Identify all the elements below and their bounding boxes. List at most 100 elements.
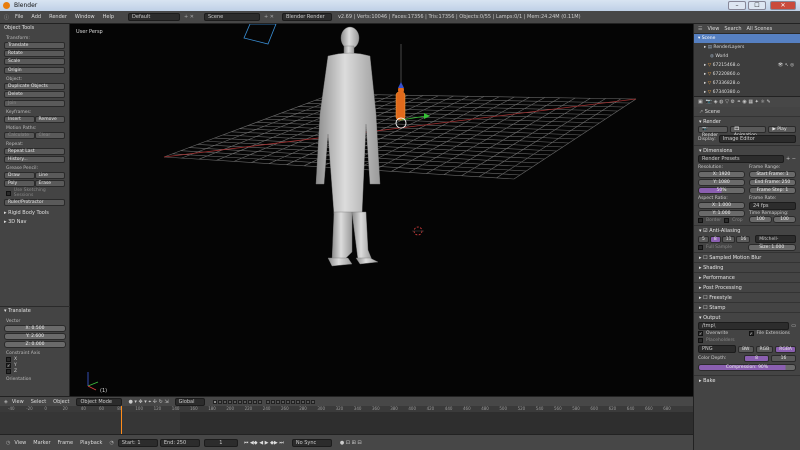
motion-blur-checkbox[interactable]: ☐ (703, 255, 707, 261)
timeline-area[interactable]: -40 -20 0 20 40 60 80 100 120 140 160 180 200 220 240 2… (0, 406, 693, 434)
layer-button[interactable] (305, 399, 310, 404)
file-format-select[interactable]: PNG (698, 345, 737, 353)
aspect-y-field[interactable]: Y: 1.000 (698, 210, 745, 217)
menu-help[interactable]: Help (103, 14, 114, 20)
sketching-sessions-checkbox[interactable] (6, 190, 11, 196)
stamp-panel-header[interactable]: ▸ ☐ Stamp (694, 302, 800, 312)
full-sample-checkbox[interactable] (698, 245, 703, 250)
layer-button[interactable] (280, 399, 285, 404)
layer-button[interactable] (223, 399, 228, 404)
aa-size-field[interactable]: Size: 1.000 (747, 244, 796, 251)
freestyle-checkbox[interactable]: ☐ (703, 295, 707, 301)
add-screen-icon[interactable]: + ✕ (184, 14, 194, 20)
play-button[interactable]: ▶ Play (768, 126, 796, 133)
aa-filter-select[interactable]: Mitchell-Netravali (755, 235, 796, 249)
crop-checkbox[interactable] (724, 218, 730, 223)
animation-button[interactable]: 🎞 Animation (729, 126, 767, 138)
stamp-checkbox[interactable]: ☐ (703, 305, 707, 311)
color-depth-16[interactable]: 16 (771, 355, 796, 362)
current-frame-field[interactable]: 1 (203, 438, 238, 447)
render-engine-select[interactable]: Blender Render (281, 13, 332, 21)
selected-figure[interactable] (395, 44, 430, 129)
layer-button[interactable] (295, 399, 300, 404)
resolution-y-field[interactable]: Y: 1080 (698, 179, 745, 186)
origin-button[interactable]: Origin (4, 67, 65, 74)
screen-layout-select[interactable]: Default (128, 13, 181, 21)
menu-select[interactable]: Select (31, 399, 46, 405)
grease-draw-button[interactable]: Draw (4, 172, 35, 179)
anti-aliasing-panel-header[interactable]: ▾ ☑ Anti-Aliasing (694, 225, 800, 235)
outliner-editor-icon[interactable]: ☰ (698, 26, 702, 32)
aa-samples-16[interactable]: 16 (736, 235, 751, 243)
duplicate-objects-button[interactable]: Duplicate Objects (4, 83, 65, 90)
outliner-item-scene[interactable]: ▾ Scene (694, 34, 800, 43)
scene-select[interactable]: Scene (203, 13, 260, 21)
outliner-display-select[interactable]: All Scenes (747, 26, 773, 32)
3d-nav-panel[interactable]: ▸ 3D Nav (0, 218, 69, 227)
start-frame-field[interactable]: Start: 1 (117, 438, 158, 447)
repeat-last-button[interactable]: Repeat Last (4, 148, 65, 155)
resolution-percentage-slider[interactable]: 50% (698, 187, 745, 194)
end-frame-field[interactable]: End Frame: 250 (749, 179, 796, 186)
layer-buttons[interactable] (213, 399, 316, 404)
shading-panel-header[interactable]: ▸ Shading (694, 262, 800, 272)
layer-button[interactable] (233, 399, 238, 404)
preset-add-remove-icons[interactable]: + − (786, 156, 796, 162)
render-panel-header[interactable]: ▾ Render (694, 116, 800, 126)
render-presets-select[interactable]: Render Presets (698, 155, 785, 163)
remap-old-field[interactable]: 100 (749, 216, 772, 223)
orientation-select[interactable]: Global (174, 397, 205, 406)
visibility-icons[interactable]: 👁 ↖ ◎ (778, 61, 794, 70)
menu-window[interactable]: Window (75, 14, 95, 20)
clock-icon[interactable]: ◔ (109, 440, 113, 446)
aspect-x-field[interactable]: X: 1.000 (698, 202, 745, 209)
grease-erase-button[interactable]: Erase (34, 180, 65, 187)
properties-tabs[interactable]: ▣ 📷 ◈ ◍ ▽ ⚙ ⚭ ◉ ▦ ✦ ⚛ ✎ (694, 97, 800, 107)
axis-x-checkbox[interactable] (6, 357, 11, 362)
clear-paths-button[interactable]: Clear (34, 132, 65, 139)
human-mesh[interactable] (315, 26, 381, 267)
outliner-item-world[interactable]: ◍ World (694, 52, 800, 61)
3d-viewport[interactable]: User Persp (1) (70, 24, 693, 396)
calculate-paths-button[interactable]: Calculate (4, 132, 35, 139)
menu-add[interactable]: Add (31, 14, 41, 20)
layer-button[interactable] (218, 399, 223, 404)
layer-button[interactable] (243, 399, 248, 404)
axis-z-checkbox[interactable] (6, 369, 11, 374)
menu-object[interactable]: Object (53, 399, 69, 405)
aa-samples-5[interactable]: 5 (698, 235, 709, 243)
border-checkbox[interactable] (698, 218, 703, 223)
placeholders-checkbox[interactable] (698, 338, 703, 343)
3d-cursor-icon[interactable] (412, 226, 424, 236)
start-frame-field[interactable]: Start Frame: 1 (749, 171, 796, 178)
camera-object[interactable] (243, 24, 277, 45)
sync-select[interactable]: No Sync (291, 438, 332, 447)
layer-button[interactable] (265, 399, 270, 404)
layer-button[interactable] (258, 399, 263, 404)
timeline-editor-icon[interactable]: ◷ (6, 440, 10, 446)
aa-samples-11[interactable]: 11 (721, 235, 736, 243)
grease-line-button[interactable]: Line (34, 172, 65, 179)
object-tools-panel-header[interactable]: Object Tools (0, 24, 69, 33)
layer-button[interactable] (275, 399, 280, 404)
output-path-field[interactable]: /tmp\ (698, 322, 790, 330)
layer-button[interactable] (285, 399, 290, 404)
end-frame-field[interactable]: End: 250 (159, 438, 200, 447)
close-button[interactable]: ✕ (770, 1, 796, 10)
post-processing-panel-header[interactable]: ▸ Post Processing (694, 282, 800, 292)
layer-button[interactable] (290, 399, 295, 404)
maximize-button[interactable]: ☐ (748, 1, 766, 10)
tl-menu-frame[interactable]: Frame (58, 440, 74, 446)
axis-y-checkbox[interactable]: ✓ (6, 363, 11, 368)
output-panel-header[interactable]: ▾ Output (694, 312, 800, 322)
minimize-button[interactable]: – (728, 1, 746, 10)
z-arrow-icon[interactable] (398, 82, 404, 88)
remap-new-field[interactable]: 100 (773, 216, 796, 223)
layer-button[interactable] (238, 399, 243, 404)
motion-blur-panel-header[interactable]: ▸ ☐ Sampled Motion Blur (694, 252, 800, 262)
file-extensions-checkbox[interactable]: ✓ (748, 331, 754, 336)
color-mode-rgba[interactable]: RGBA (775, 345, 796, 353)
layer-button[interactable] (270, 399, 275, 404)
rotate-button[interactable]: Rotate (4, 50, 65, 57)
rigid-body-tools-panel[interactable]: ▸ Rigid Body Tools (0, 209, 69, 218)
